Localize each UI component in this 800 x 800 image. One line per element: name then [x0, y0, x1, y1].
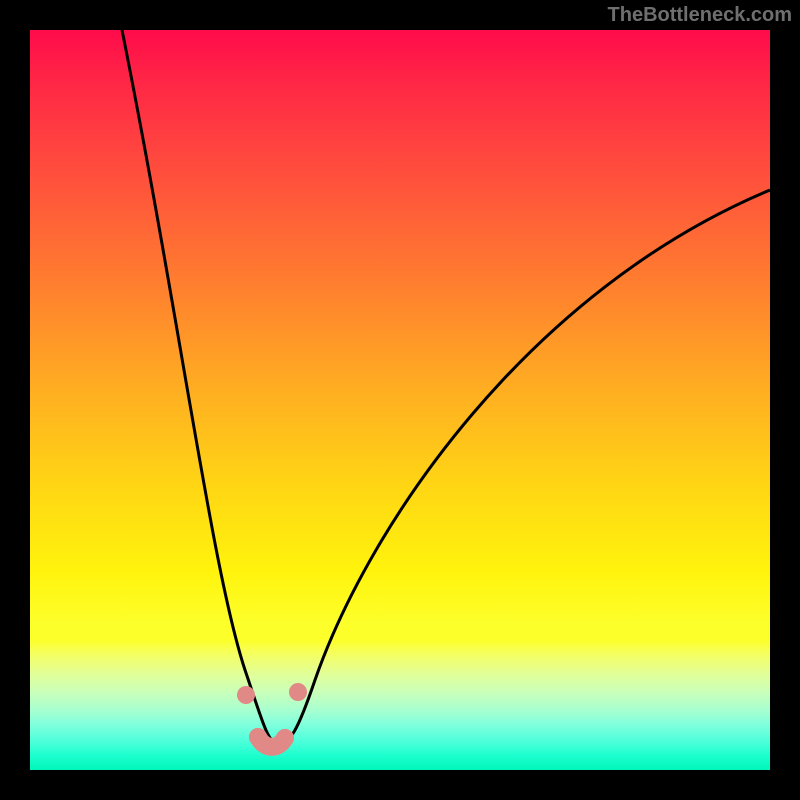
plot-area	[30, 30, 770, 770]
curve-layer	[30, 30, 770, 770]
marker-dot	[237, 686, 255, 704]
marker-dot	[289, 683, 307, 701]
watermark-text: TheBottleneck.com	[608, 4, 792, 27]
marker-dot	[276, 729, 294, 747]
marker-dot	[249, 728, 267, 746]
bottleneck-curve	[122, 30, 770, 744]
marker-dots	[237, 683, 307, 747]
